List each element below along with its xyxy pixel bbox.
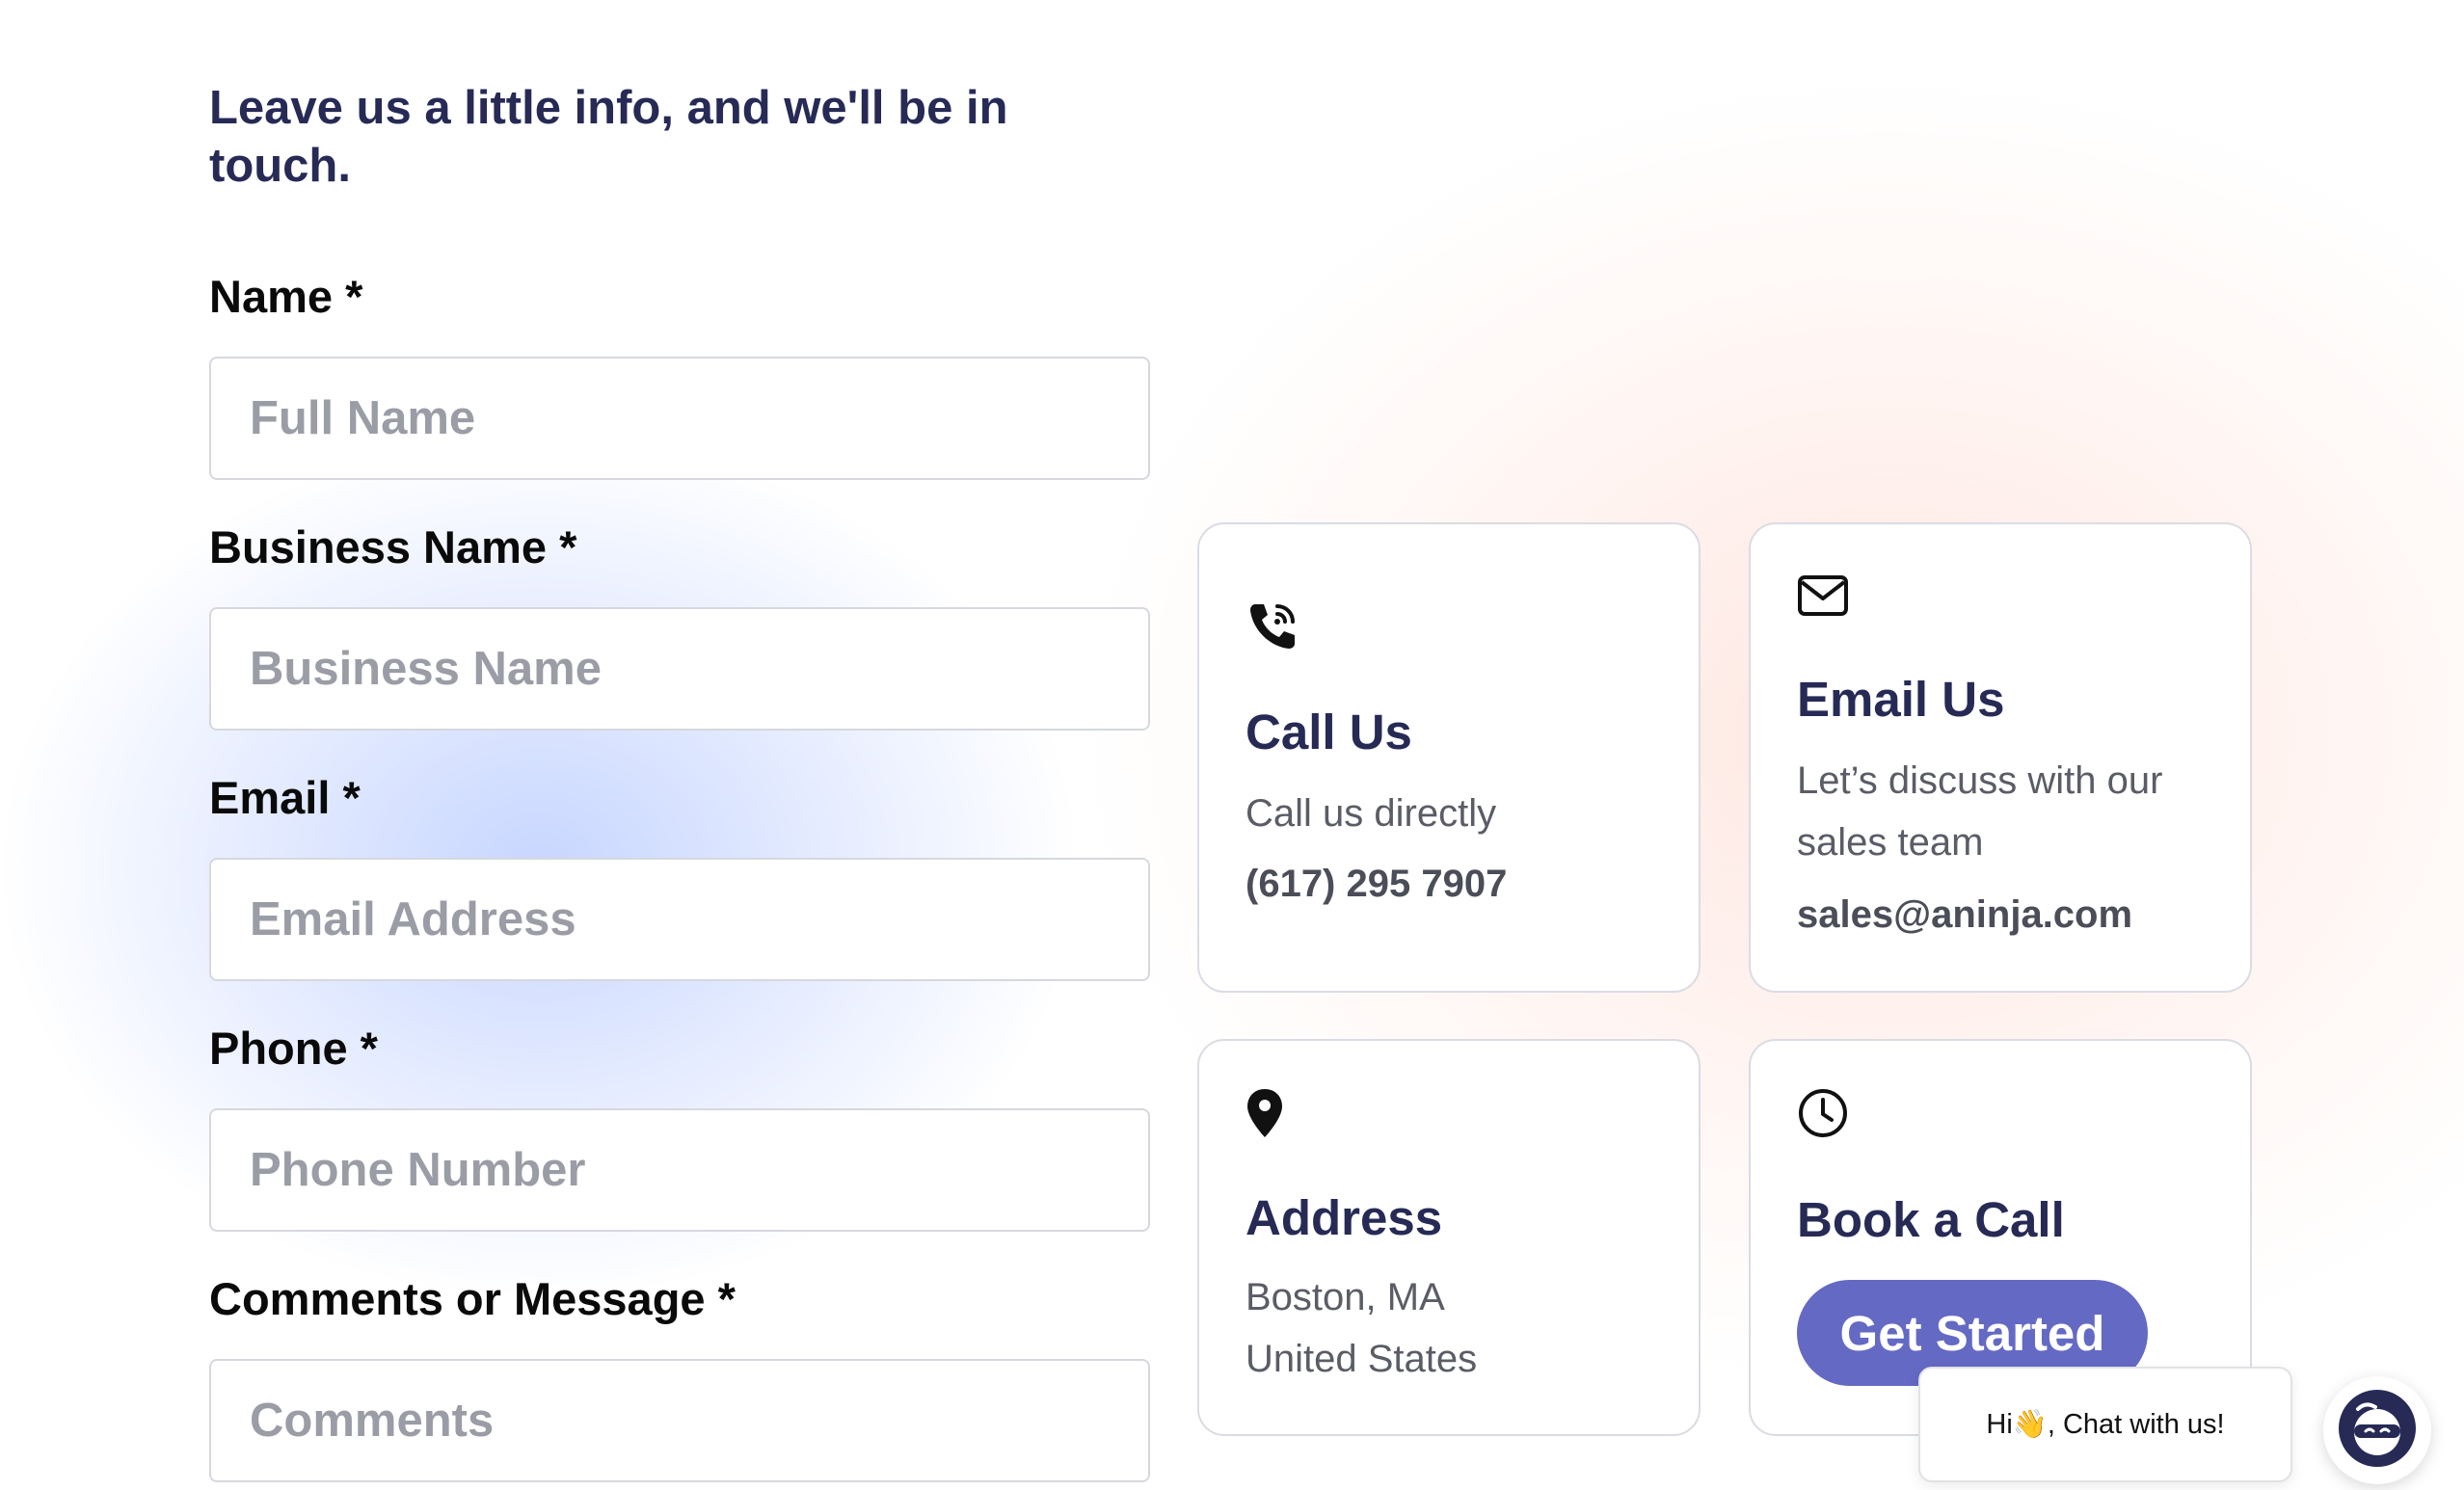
email-us-address[interactable]: sales@aninja.com	[1797, 891, 2132, 939]
phone-input[interactable]	[209, 1108, 1150, 1232]
call-us-card: Call Us Call us directly (617) 295 7907	[1197, 522, 1701, 993]
address-card: Address Boston, MA United States	[1197, 1039, 1701, 1436]
address-line2: United States	[1245, 1338, 1478, 1380]
name-label: Name *	[209, 271, 363, 322]
chat-bubble[interactable]: Hi👋, Chat with us!	[1918, 1367, 2292, 1482]
clock-icon	[1797, 1087, 1849, 1144]
email-us-card: Email Us Let’s discuss with our sales te…	[1749, 522, 2252, 993]
phone-icon	[1245, 599, 1299, 658]
chat-launcher-button[interactable]	[2323, 1376, 2431, 1484]
ninja-avatar-icon	[2337, 1388, 2418, 1474]
comments-input[interactable]	[209, 1359, 1150, 1482]
name-input[interactable]	[209, 357, 1150, 480]
email-us-title: Email Us	[1797, 672, 2005, 727]
business-name-label: Business Name *	[209, 521, 577, 572]
call-us-subtitle: Call us directly	[1245, 792, 1497, 835]
call-us-phone[interactable]: (617) 295 7907	[1245, 860, 1507, 908]
chat-bubble-text: Hi👋, Chat with us!	[1986, 1409, 2225, 1440]
call-us-title: Call Us	[1245, 705, 1412, 759]
phone-label: Phone *	[209, 1023, 378, 1074]
address-title: Address	[1245, 1190, 1443, 1245]
business-name-input[interactable]	[209, 607, 1150, 731]
envelope-icon	[1797, 574, 1849, 622]
map-pin-icon	[1245, 1087, 1284, 1144]
email-label: Email *	[209, 772, 361, 823]
address-line1: Boston, MA	[1245, 1276, 1445, 1318]
email-us-subtitle: Let’s discuss with our sales team	[1797, 759, 2163, 864]
comments-label: Comments or Message *	[209, 1273, 736, 1324]
form-heading: Leave us a little info, and we'll be in …	[209, 82, 1008, 192]
contact-section: Leave us a little info, and we'll be in …	[0, 0, 2464, 1490]
email-input[interactable]	[209, 858, 1150, 981]
book-a-call-title: Book a Call	[1797, 1192, 2065, 1247]
